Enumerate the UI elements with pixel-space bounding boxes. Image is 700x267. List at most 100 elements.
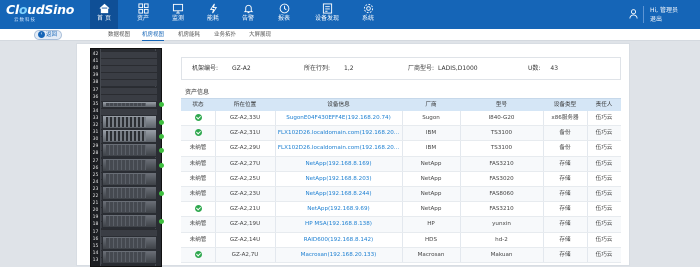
rack-unit-label: 27 xyxy=(92,158,99,164)
rack-empty-slot xyxy=(101,65,157,73)
nav-report[interactable]: 报表 xyxy=(272,0,296,29)
rack-unit-label: 34 xyxy=(92,108,99,114)
asset-table-header: 状态 所在位置 设备信息 厂商 型号 设备类型 责任人 xyxy=(181,98,621,111)
status-ok-icon xyxy=(194,205,202,213)
rack-device[interactable] xyxy=(102,235,157,250)
column-header-owner: 责任人 xyxy=(595,102,613,108)
rack-device[interactable] xyxy=(102,143,164,158)
rack-device[interactable] xyxy=(102,171,157,186)
device-link[interactable]: HP MSA(192.168.8.138) xyxy=(275,217,402,231)
nav-monitor-label: 监测 xyxy=(171,15,184,22)
model-cell: hd-2 xyxy=(495,236,508,243)
nav-system[interactable]: 系统 xyxy=(356,0,380,29)
device-status-led xyxy=(159,148,164,154)
nav-home[interactable]: 首 页 xyxy=(90,0,118,29)
device-drive-bays xyxy=(106,173,146,184)
device-link[interactable]: NetApp(192.168.8.244) xyxy=(275,187,402,201)
monitor-icon xyxy=(172,3,184,14)
location-cell: GZ-A2,14U xyxy=(229,236,261,243)
rack-device[interactable] xyxy=(102,114,164,130)
cabinet-row: 所在行列: 1,2 xyxy=(304,58,354,80)
tab-big-screen[interactable]: 大屏展现 xyxy=(249,29,271,41)
table-row[interactable]: 未纳管 GZ-A2,19U HP MSA(192.168.8.138) HP yunxi… xyxy=(181,217,621,233)
rack-device[interactable] xyxy=(102,249,157,264)
rack-empty-slot xyxy=(101,93,157,101)
rack-device[interactable] xyxy=(102,100,164,108)
table-row[interactable]: GZ-A2,33U SugonE04F430EFF4E(192.168.20.74… xyxy=(181,111,621,127)
rack-device[interactable] xyxy=(102,185,164,201)
rack-unit-label: 26 xyxy=(92,165,99,171)
logout-link[interactable]: 退出 xyxy=(650,15,692,24)
rack-unit-label: 32 xyxy=(92,123,99,128)
owner-cell: 伍巧云 xyxy=(595,221,613,228)
type-cell: 存储 xyxy=(559,221,571,228)
column-header-type: 设备类型 xyxy=(553,102,577,108)
rack-unit-label: 35 xyxy=(92,101,99,107)
cabinet-number-label: 机架编号: xyxy=(192,65,219,72)
tab-room-energy[interactable]: 机房能耗 xyxy=(178,29,200,41)
device-link[interactable]: SugonE04F430EFF4E(192.168.20.74) xyxy=(275,111,402,125)
cloudsino-logo[interactable]: CloudSino 云数科技 xyxy=(6,3,76,27)
location-cell: GZ-A2,25U xyxy=(229,175,261,182)
vendor-cell: Macrosan xyxy=(417,251,445,258)
cabinet-row-value: 1,2 xyxy=(344,65,354,72)
device-drive-bays xyxy=(106,237,146,248)
back-button[interactable]: ‹ 返回 xyxy=(34,30,62,40)
rack-device[interactable] xyxy=(102,214,164,229)
nav-monitor[interactable]: 监测 xyxy=(166,0,190,29)
nav-system-label: 系统 xyxy=(361,15,374,22)
cabinet-number-value: GZ-A2 xyxy=(232,65,251,72)
table-row[interactable]: 未纳管 GZ-A2,29U FLX102D26.localdomain.com(19… xyxy=(181,141,621,157)
device-link[interactable]: NetApp(192.168.9.69) xyxy=(275,202,402,216)
device-link[interactable]: FLX102D26.localdomain.com(192.168.20... xyxy=(275,126,402,140)
vendor-cell: NetApp xyxy=(420,190,442,197)
rack-device[interactable] xyxy=(102,200,157,215)
rack-unit-label: 28 xyxy=(92,151,99,157)
vendor-cell: IBM xyxy=(425,145,437,152)
device-link[interactable]: Macrosan(192.168.20.133) xyxy=(275,248,402,262)
device-link[interactable]: FLX102D26.localdomain.com(192.168.20... xyxy=(275,141,402,155)
table-row[interactable]: 未纳管 GZ-A2,25U NetApp(192.168.8.203) NetApp F… xyxy=(181,171,621,187)
table-row[interactable]: 未纳管 GZ-A2,14U RAID600(192.168.8.142) HDS hd-… xyxy=(181,232,621,248)
status-ok-icon xyxy=(194,250,202,258)
rack-unit-label: 23 xyxy=(92,186,99,192)
table-row[interactable]: 未纳管 GZ-A2,27U NetApp(192.168.8.169) NetApp F… xyxy=(181,156,621,172)
status-cell: 未纳管 xyxy=(189,190,207,197)
rack-device[interactable] xyxy=(102,157,164,172)
device-drive-bays xyxy=(106,216,146,227)
table-row[interactable]: GZ-A2,21U NetApp(192.168.9.69) NetApp FAS32… xyxy=(181,202,621,218)
status-cell xyxy=(181,202,215,216)
cabinet-detail-card: 42 41 40 39 38 37 36 35 34 33 32 31 30 29 28 27 26 25 24 23… xyxy=(76,43,630,267)
rack-empty-slot xyxy=(101,51,157,59)
table-row[interactable]: GZ-A2,7U Macrosan(192.168.20.133) Macrosan… xyxy=(181,247,621,263)
device-link[interactable]: NetApp(192.168.8.169) xyxy=(275,157,402,171)
model-cell: FAS3210 xyxy=(489,206,514,213)
nav-energy[interactable]: 能耗 xyxy=(201,0,225,29)
nav-assets[interactable]: 资产 xyxy=(131,0,155,29)
status-cell: 未纳管 xyxy=(189,221,207,228)
nav-report-label: 报表 xyxy=(277,15,290,22)
user-icon[interactable] xyxy=(629,9,638,19)
rack-unit-label: 17 xyxy=(92,229,99,235)
tab-data-view[interactable]: 数据视图 xyxy=(108,29,130,41)
device-drive-bays xyxy=(106,159,146,170)
rack-empty-slot xyxy=(101,228,157,236)
nav-alarm[interactable]: 告警 xyxy=(236,0,260,29)
table-row[interactable]: 未纳管 GZ-A2,23U NetApp(192.168.8.244) NetApp F… xyxy=(181,186,621,203)
rack-device[interactable] xyxy=(102,129,164,144)
rack-empty-slot xyxy=(101,58,157,66)
device-status-led xyxy=(159,162,164,168)
tab-room-view[interactable]: 机房视图 xyxy=(142,29,165,41)
owner-cell: 伍巧云 xyxy=(595,130,613,137)
tab-business-topology[interactable]: 业务拓扑 xyxy=(214,29,236,41)
rack-unit-label: 13 xyxy=(92,257,99,263)
table-row[interactable]: GZ-A2,31U FLX102D26.localdomain.com(192.1… xyxy=(181,126,621,142)
device-link[interactable]: RAID600(192.168.8.142) xyxy=(275,233,402,247)
device-status-led xyxy=(159,134,164,140)
vendor-cell: HDS xyxy=(424,236,438,243)
device-link[interactable]: NetApp(192.168.8.203) xyxy=(275,172,402,186)
column-header-location: 所在位置 xyxy=(233,102,257,108)
rack-unit-label: 33 xyxy=(92,115,99,121)
nav-device-discovery[interactable]: 设备发现 xyxy=(310,0,344,29)
rack-diagram: 42 41 40 39 38 37 36 35 34 33 32 31 30 29 28 27 26 25 24 23… xyxy=(90,48,164,267)
